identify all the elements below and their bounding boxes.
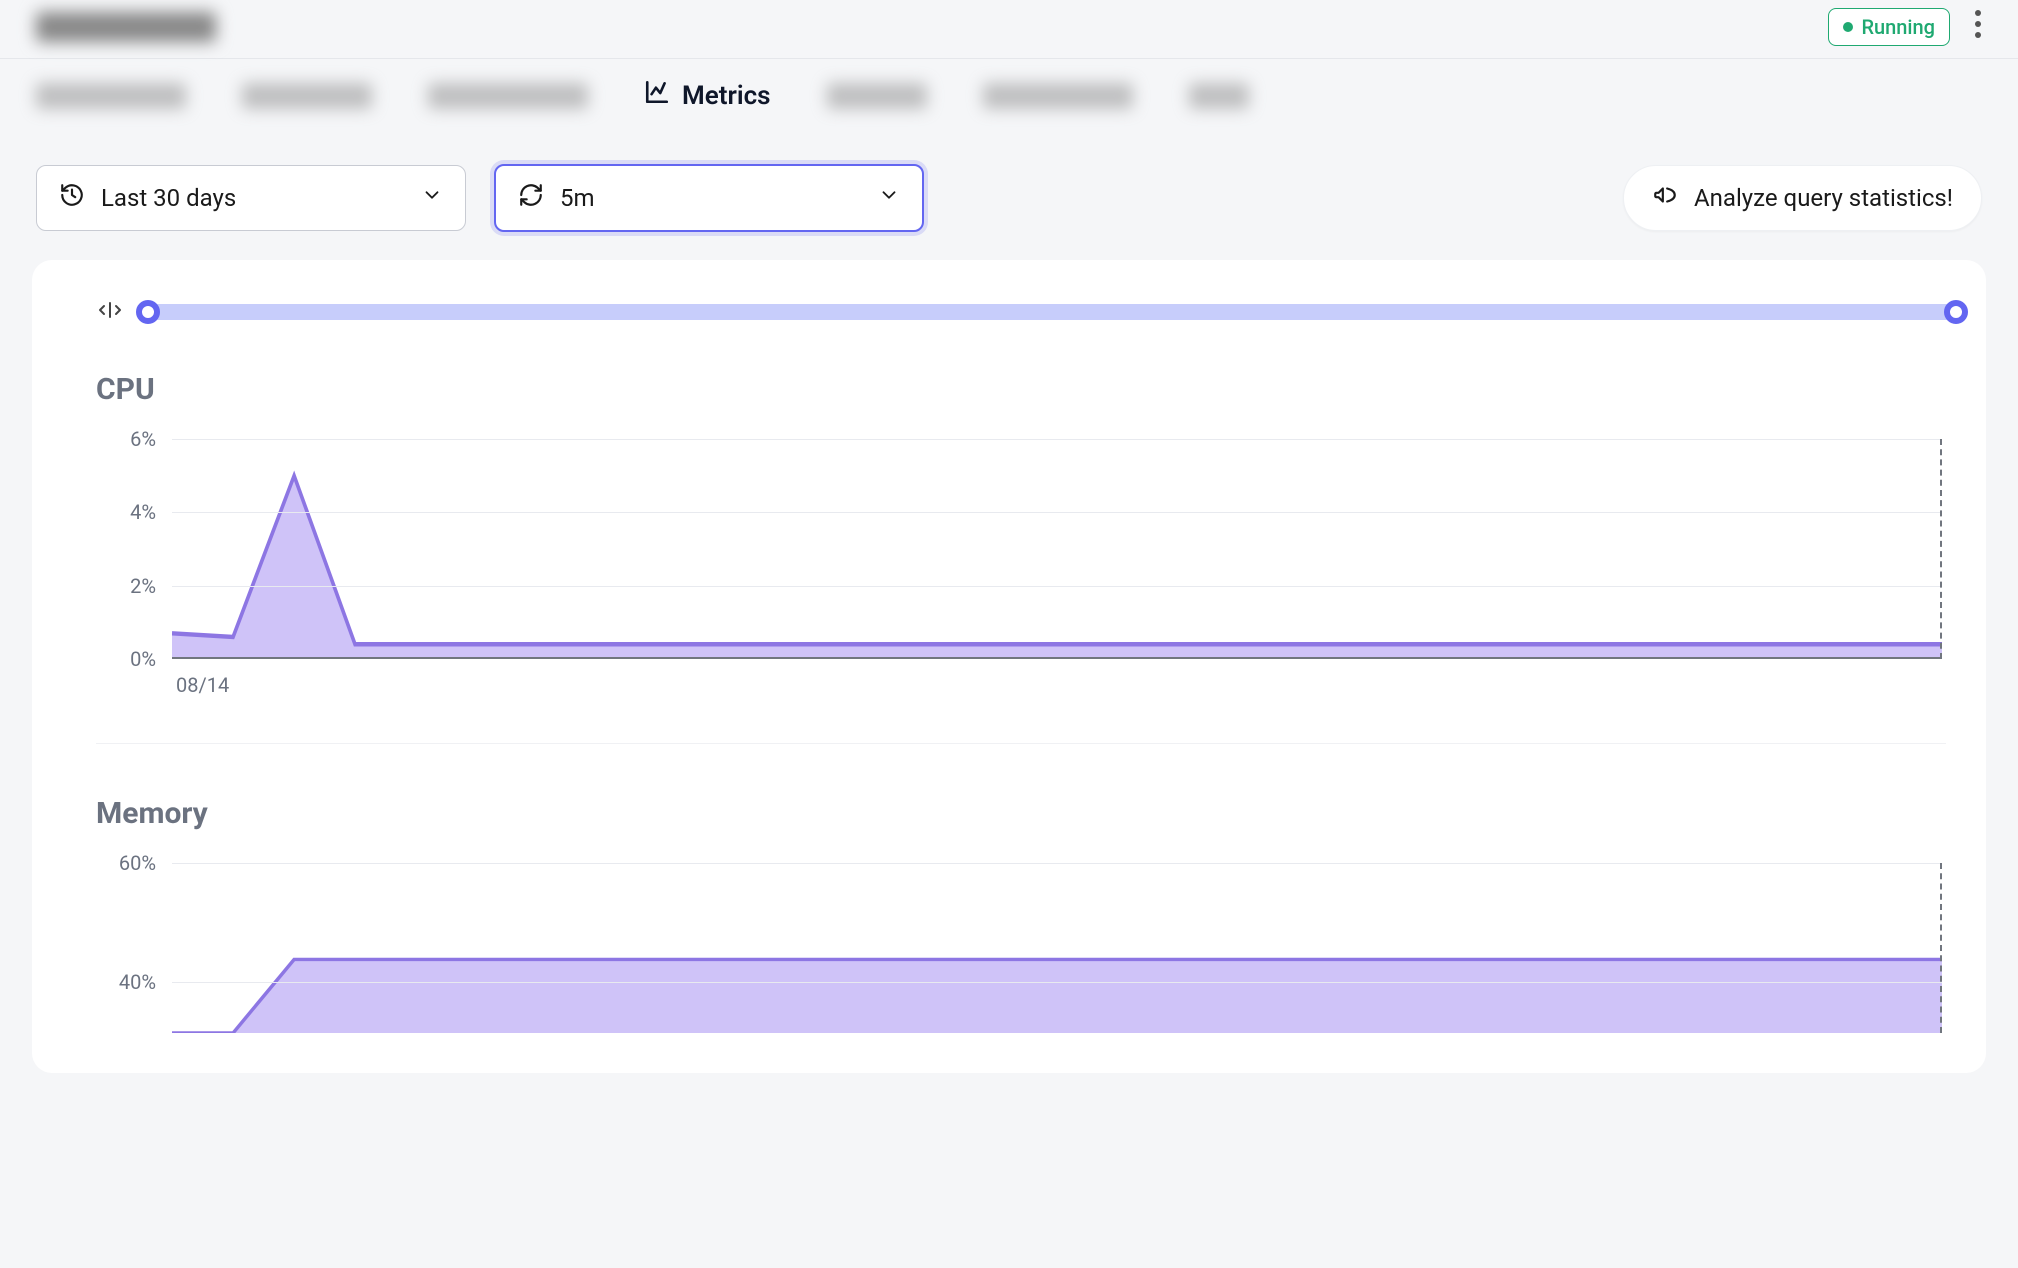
chart-divider — [96, 743, 1946, 744]
history-icon — [59, 182, 85, 214]
range-handle-right[interactable] — [1944, 300, 1968, 324]
analyze-query-button[interactable]: Analyze query statistics! — [1623, 165, 1982, 231]
tab-redacted-4[interactable] — [827, 83, 927, 109]
cpu-y-axis: 6% 4% 2% 0% — [96, 439, 162, 659]
tab-bar: Metrics — [0, 59, 2018, 136]
page-header: Running — [0, 0, 2018, 59]
tab-redacted-1[interactable] — [36, 83, 186, 109]
cpu-chart-title: CPU — [96, 372, 1946, 407]
refresh-interval-label: 5m — [560, 184, 595, 212]
cpu-chart: 6% 4% 2% 0% — [96, 439, 1946, 659]
memory-y-axis: 60% 40% — [96, 863, 162, 1033]
y-tick: 60% — [119, 851, 156, 875]
megaphone-icon — [1652, 182, 1678, 214]
status-label: Running — [1861, 15, 1935, 39]
range-slider-row — [32, 300, 1986, 338]
tab-redacted-2[interactable] — [242, 83, 372, 109]
refresh-icon — [518, 182, 544, 214]
chevron-down-icon — [421, 184, 443, 212]
refresh-interval-select[interactable]: 5m — [494, 164, 924, 232]
cpu-chart-section: CPU 6% 4% 2% 0% 08/14 — [32, 338, 1986, 697]
y-tick: 4% — [130, 500, 156, 524]
y-tick: 2% — [130, 574, 156, 598]
tab-metrics[interactable]: Metrics — [644, 79, 771, 112]
tab-redacted-5[interactable] — [983, 83, 1133, 109]
page-title-redacted — [36, 12, 216, 42]
tab-redacted-3[interactable] — [428, 83, 588, 109]
time-range-label: Last 30 days — [101, 184, 236, 212]
range-handle-left[interactable] — [136, 300, 160, 324]
y-tick: 0% — [130, 647, 156, 671]
memory-chart-title: Memory — [96, 796, 1946, 831]
memory-area-plot — [172, 863, 1942, 1033]
chart-line-icon — [644, 79, 670, 112]
status-dot-icon — [1843, 22, 1853, 32]
memory-chart-section: Memory 60% 40% — [32, 762, 1986, 1033]
more-icon[interactable] — [1974, 9, 1982, 46]
y-tick: 6% — [130, 427, 156, 451]
horizontal-expand-icon — [96, 300, 124, 324]
header-title-area — [36, 12, 216, 42]
status-badge: Running — [1828, 8, 1950, 46]
y-tick: 40% — [119, 970, 156, 994]
metrics-card: CPU 6% 4% 2% 0% 08/14 Memory 60% — [32, 260, 1986, 1073]
time-range-select[interactable]: Last 30 days — [36, 165, 466, 231]
cpu-area-plot — [172, 439, 1942, 659]
tab-redacted-6[interactable] — [1189, 83, 1249, 109]
analyze-label: Analyze query statistics! — [1694, 184, 1953, 212]
controls-row: Last 30 days 5m Analyze query statistics… — [0, 136, 2018, 260]
memory-chart: 60% 40% — [96, 863, 1946, 1033]
tab-label: Metrics — [682, 81, 771, 111]
time-range-slider[interactable] — [148, 304, 1956, 320]
cpu-x-label: 08/14 — [176, 673, 1946, 697]
chevron-down-icon — [878, 184, 900, 212]
